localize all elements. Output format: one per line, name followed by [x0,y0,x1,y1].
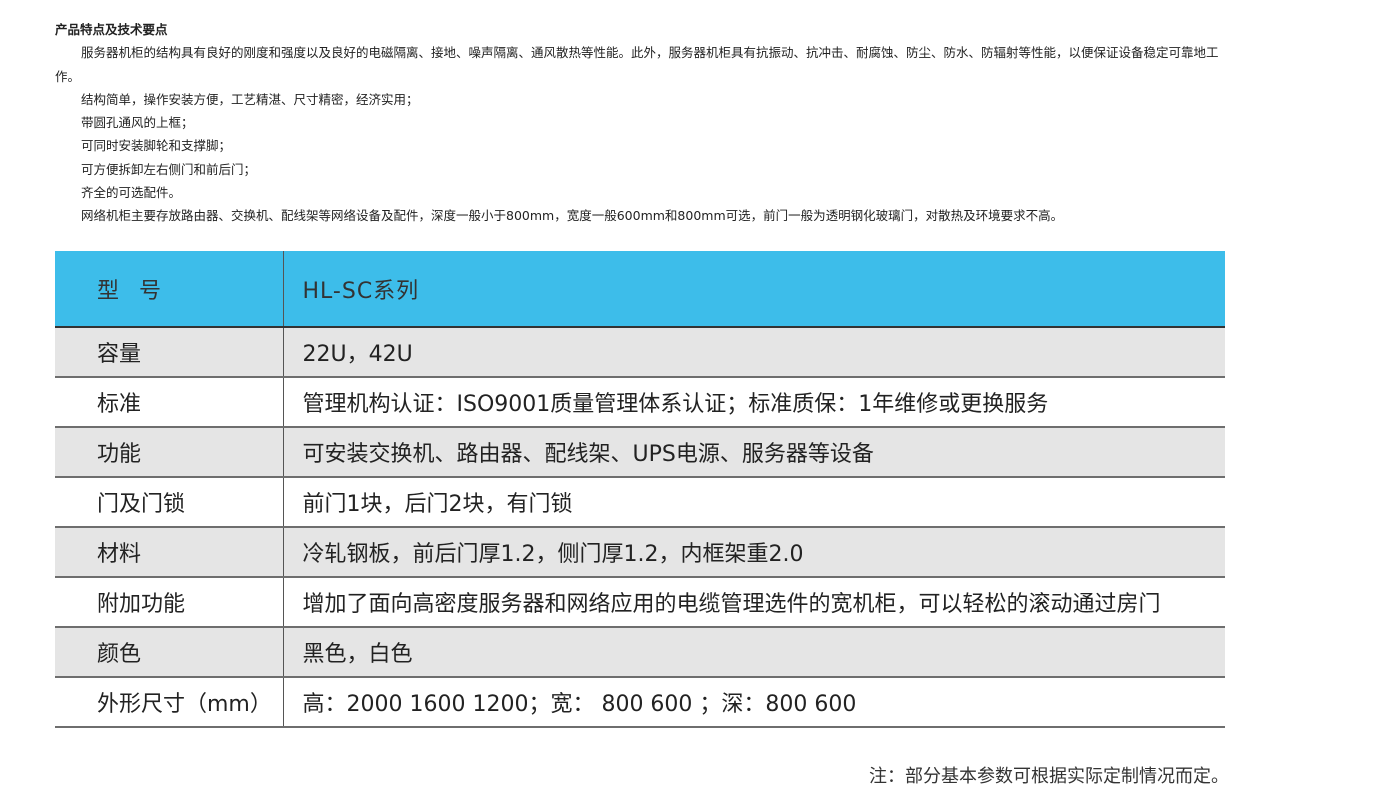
intro-paragraph: 服务器机柜的结构具有良好的刚度和强度以及良好的电磁隔离、接地、噪声隔离、通风散热… [55,45,1219,84]
table-row: 颜色 黑色，白色 [55,627,1225,678]
row-label: 门及门锁 [55,477,284,528]
intro-bullet-5: 齐全的可选配件。 [81,185,182,201]
table-row: 门及门锁 前门1块，后门2块，有门锁 [55,477,1225,528]
row-label: 颜色 [55,627,284,678]
row-label: 外形尺寸（mm） [55,677,284,728]
table-row: 功能 可安装交换机、路由器、配线架、UPS电源、服务器等设备 [55,427,1225,478]
row-label: 材料 [55,527,284,578]
row-label: 标准 [55,377,284,428]
row-value: 管理机构认证：ISO9001质量管理体系认证；标准质保：1年维修或更换服务 [283,377,1225,428]
table-row: 标准 管理机构认证：ISO9001质量管理体系认证；标准质保：1年维修或更换服务 [55,377,1225,428]
table-row: 材料 冷轧钢板，前后门厚1.2，侧门厚1.2，内框架重2.0 [55,527,1225,578]
row-label: 附加功能 [55,577,284,628]
intro-bullet-4: 可方便拆卸左右侧门和前后门； [81,161,257,177]
spec-table: 型号 HL-SC系列 容量 22U，42U 标准 管理机构认证：ISO9001质… [55,251,1225,728]
intro-bullet-3: 可同时安装脚轮和支撑脚； [81,138,232,154]
intro-heading: 产品特点及技术要点 [55,22,168,37]
intro-bullet-6: 网络机柜主要存放路由器、交换机、配线架等网络设备及配件，深度一般小于800mm，… [81,208,1064,224]
table-row: 容量 22U，42U [55,327,1225,378]
row-value: 黑色，白色 [283,627,1225,678]
row-value: 增加了面向高密度服务器和网络应用的电缆管理选件的宽机柜，可以轻松的滚动通过房门 [283,577,1225,628]
intro-bullet-2: 带圆孔通风的上框； [81,115,194,131]
row-label: 容量 [55,327,284,378]
intro-section: 产品特点及技术要点 服务器机柜的结构具有良好的刚度和强度以及良好的电磁隔离、接地… [55,18,1235,228]
table-row: 外形尺寸（mm） 高：2000 1600 1200；宽： 800 600 ；深：… [55,677,1225,728]
row-value: 冷轧钢板，前后门厚1.2，侧门厚1.2，内框架重2.0 [283,527,1225,578]
row-value: 22U，42U [283,327,1225,378]
header-value: HL-SC系列 [283,251,1225,328]
row-label: 功能 [55,427,284,478]
row-value: 前门1块，后门2块，有门锁 [283,477,1225,528]
intro-bullet-1: 结构简单，操作安装方便，工艺精湛、尺寸精密，经济实用； [81,91,419,107]
table-header-row: 型号 HL-SC系列 [55,251,1225,328]
footnote: 注：部分基本参数可根据实际定制情况而定。 [869,766,1229,787]
row-value: 可安装交换机、路由器、配线架、UPS电源、服务器等设备 [283,427,1225,478]
table-row: 附加功能 增加了面向高密度服务器和网络应用的电缆管理选件的宽机柜，可以轻松的滚动… [55,577,1225,628]
row-value: 高：2000 1600 1200；宽： 800 600 ；深：800 600 [283,677,1225,728]
header-label: 型号 [55,251,284,328]
